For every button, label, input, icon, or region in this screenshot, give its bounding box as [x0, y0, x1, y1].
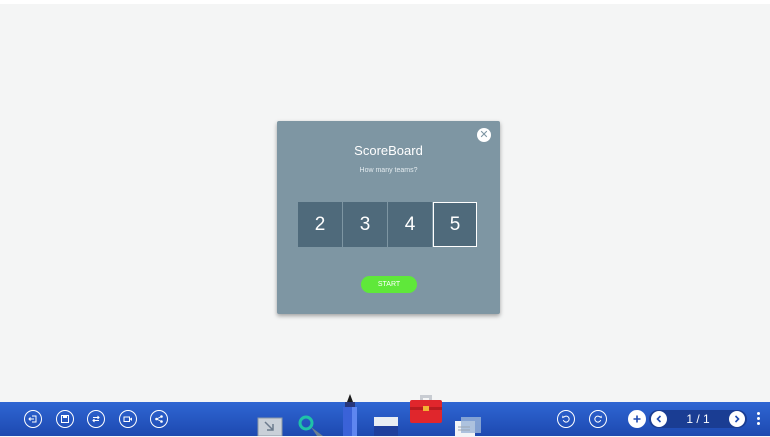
more-dot-icon [757, 412, 760, 415]
close-icon[interactable]: ✕ [477, 128, 491, 142]
record-icon [123, 416, 132, 422]
save-button[interactable] [56, 410, 74, 428]
toolbox-icon[interactable] [410, 393, 442, 425]
team-option-4[interactable]: 4 [388, 202, 432, 247]
redo-icon [594, 415, 602, 423]
chevron-right-icon [734, 415, 740, 423]
record-button[interactable] [119, 410, 137, 428]
add-page-icon [633, 415, 641, 423]
next-page-button[interactable] [729, 411, 745, 427]
notes-icon[interactable] [455, 417, 481, 437]
previous-page-button[interactable] [651, 411, 667, 427]
dialog-title: ScoreBoard [354, 143, 423, 158]
more-dot-icon [757, 417, 760, 420]
undo-button[interactable] [557, 410, 575, 428]
more-dot-icon [757, 422, 760, 425]
whiteboard-canvas[interactable]: ✕ ScoreBoard How many teams? 2 3 4 5 STA… [0, 0, 770, 437]
switch-icon [92, 415, 100, 423]
chevron-left-icon [656, 415, 662, 423]
share-button[interactable] [150, 410, 168, 428]
switch-button[interactable] [87, 410, 105, 428]
page-navigator: 1 / 1 [649, 410, 747, 428]
eraser-tool-icon[interactable] [374, 417, 398, 436]
more-menu-button[interactable] [757, 412, 761, 428]
magnifier-tool-icon[interactable] [297, 414, 325, 436]
exit-icon [28, 415, 37, 423]
team-option-3[interactable]: 3 [343, 202, 387, 247]
share-icon [155, 415, 163, 423]
add-page-button[interactable] [628, 410, 646, 428]
save-icon [61, 415, 69, 423]
select-tool-icon[interactable] [257, 416, 283, 436]
scoreboard-dialog: ✕ ScoreBoard How many teams? 2 3 4 5 STA… [277, 121, 500, 314]
bottom-toolbar: 1 / 1 [0, 394, 770, 437]
page-indicator: 1 / 1 [686, 412, 710, 426]
undo-icon [562, 415, 570, 423]
top-edge [0, 0, 770, 4]
team-count-options: 2 3 4 5 [298, 202, 477, 247]
pen-tool-icon[interactable] [340, 394, 360, 436]
team-option-2[interactable]: 2 [298, 202, 342, 247]
team-option-5[interactable]: 5 [433, 202, 477, 247]
start-button[interactable]: START [361, 276, 417, 293]
dialog-question: How many teams? [359, 167, 418, 174]
exit-button[interactable] [24, 410, 42, 428]
redo-button[interactable] [589, 410, 607, 428]
